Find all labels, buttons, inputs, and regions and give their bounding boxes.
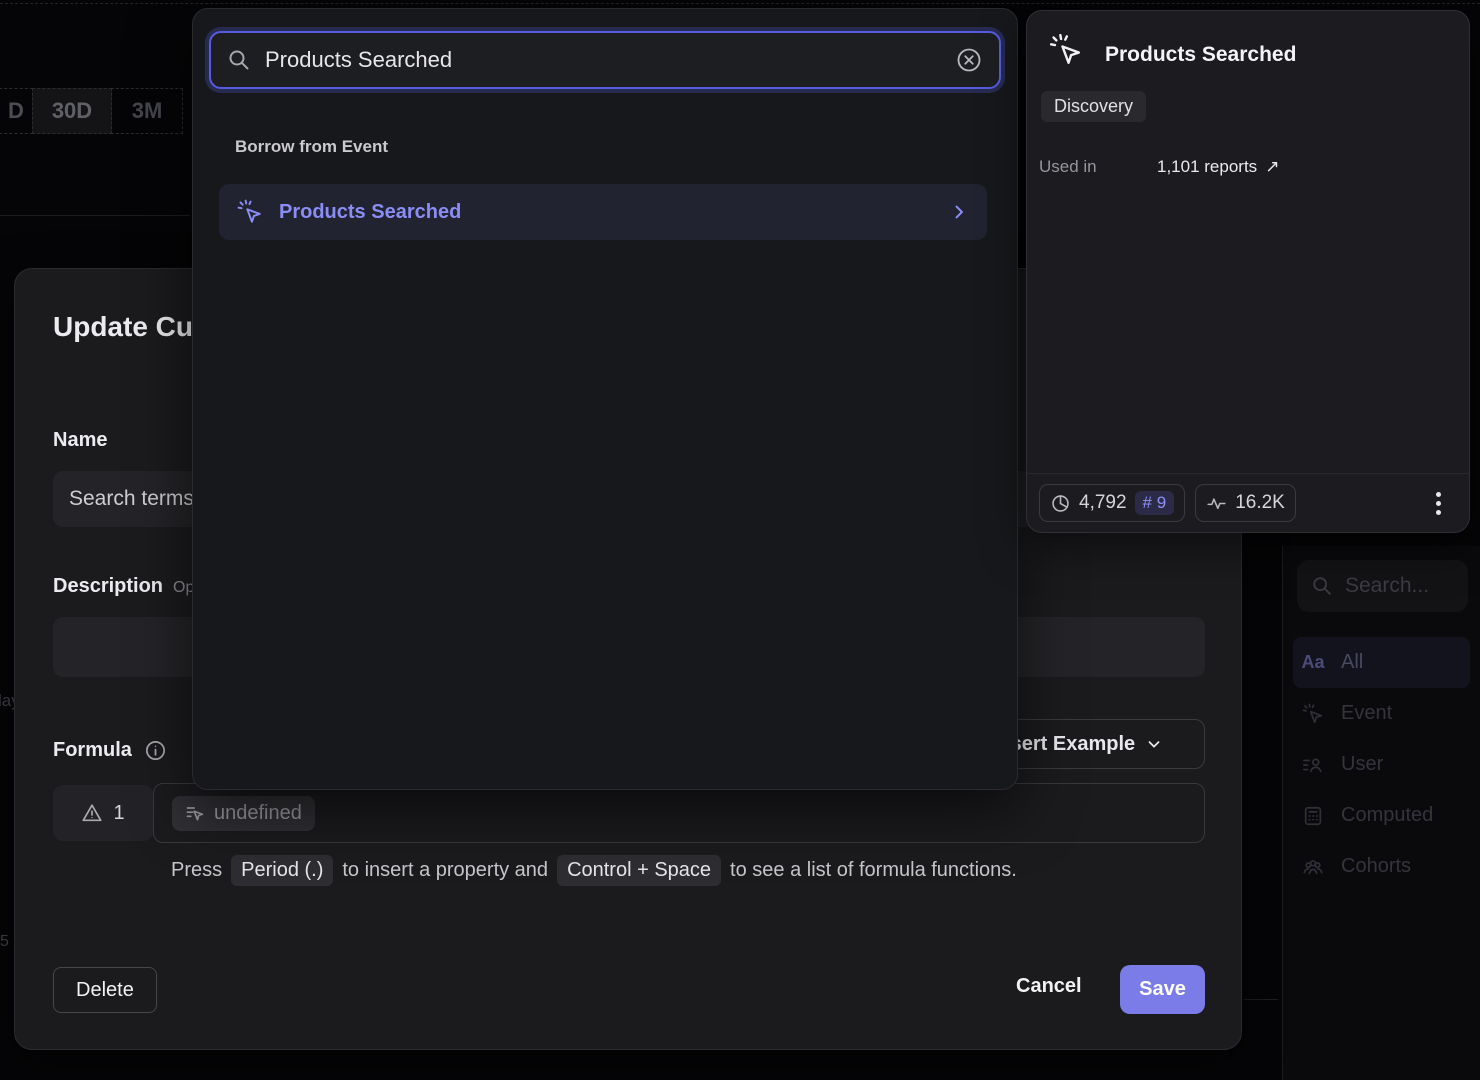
rank-badge: # 9: [1135, 491, 1175, 515]
top-divider: [0, 3, 1480, 4]
info-icon[interactable]: [144, 739, 167, 762]
sidebar-search-input[interactable]: Search...: [1297, 560, 1468, 612]
sidebar-item-computed[interactable]: Computed: [1293, 790, 1470, 841]
description-label: Description: [53, 575, 163, 598]
search-icon: [227, 48, 251, 72]
formula-help-text: Press Period (.) to insert a property an…: [171, 855, 1017, 886]
borrow-from-event-heading: Borrow from Event: [235, 137, 388, 157]
chevron-down-icon: [1145, 735, 1163, 753]
borrow-property-overlay: Borrow from Event Products Searched: [192, 8, 1018, 790]
card-title: Products Searched: [1105, 43, 1296, 67]
property-type-sidebar: Search... Aa All Event User Computed: [1282, 546, 1480, 1080]
warning-icon: [81, 802, 103, 824]
search-icon: [1311, 575, 1333, 597]
activity-stat-pill[interactable]: 16.2K: [1195, 484, 1296, 522]
clear-search-button[interactable]: [955, 46, 983, 74]
time-range-3m[interactable]: 3M: [111, 88, 183, 134]
external-link-icon: ↗: [1265, 157, 1279, 177]
result-label: Products Searched: [279, 201, 461, 224]
sidebar-item-event[interactable]: Event: [1293, 688, 1470, 739]
user-icon: [1301, 754, 1325, 776]
name-label: Name: [53, 429, 107, 452]
formula-label: Formula: [53, 739, 132, 762]
more-options-button[interactable]: [1430, 486, 1447, 521]
background-divider: [0, 215, 190, 216]
card-footer: 4,792 # 9 16.2K: [1027, 473, 1469, 532]
property-type-list: Aa All Event User Computed Cohorts: [1283, 637, 1480, 892]
formula-input[interactable]: undefined: [153, 783, 1205, 843]
property-search-input[interactable]: [265, 47, 941, 73]
pie-chart-icon: [1050, 493, 1071, 514]
search-result-products-searched[interactable]: Products Searched: [219, 184, 987, 240]
event-cursor-icon: [1301, 703, 1325, 725]
cohorts-icon: [1301, 856, 1325, 878]
formula-label-row: Formula: [53, 739, 167, 762]
formula-property-chip: undefined: [172, 796, 315, 831]
cancel-button[interactable]: Cancel: [1016, 975, 1082, 998]
kbd-control-space: Control + Space: [557, 855, 721, 886]
sidebar-item-user[interactable]: User: [1293, 739, 1470, 790]
property-search-box: [209, 31, 1001, 89]
kbd-period: Period (.): [231, 855, 333, 886]
used-in-reports-link[interactable]: 1,101 reports ↗: [1157, 157, 1279, 177]
property-list-cursor-icon: [185, 803, 205, 823]
chevron-right-icon: [949, 202, 969, 222]
used-in-row: Used in 1,101 reports ↗: [1039, 157, 1279, 177]
chart-axis-number-fragment: 5: [0, 933, 9, 951]
category-badge: Discovery: [1041, 91, 1146, 122]
background-dash-divider: [1244, 999, 1278, 1000]
delete-button[interactable]: Delete: [53, 967, 157, 1013]
aa-icon: Aa: [1301, 652, 1325, 673]
used-in-label: Used in: [1039, 157, 1157, 177]
sidebar-item-cohorts[interactable]: Cohorts: [1293, 841, 1470, 892]
sidebar-search-placeholder: Search...: [1345, 574, 1429, 598]
computed-icon: [1301, 805, 1325, 827]
volume-stat-pill[interactable]: 4,792 # 9: [1039, 484, 1185, 522]
save-button[interactable]: Save: [1120, 965, 1205, 1014]
time-range-segmented-control: D 30D 3M: [0, 88, 183, 134]
pulse-icon: [1206, 493, 1227, 514]
time-range-30d[interactable]: 30D: [32, 88, 112, 134]
event-cursor-icon: [237, 199, 263, 225]
error-count-value: 1: [113, 802, 124, 825]
event-details-card: Products Searched Discovery Used in 1,10…: [1026, 10, 1470, 533]
event-cursor-icon: [1049, 33, 1083, 67]
formula-error-count: 1: [53, 785, 153, 841]
sidebar-item-all[interactable]: Aa All: [1293, 637, 1470, 688]
time-range-7d[interactable]: D: [0, 88, 33, 134]
